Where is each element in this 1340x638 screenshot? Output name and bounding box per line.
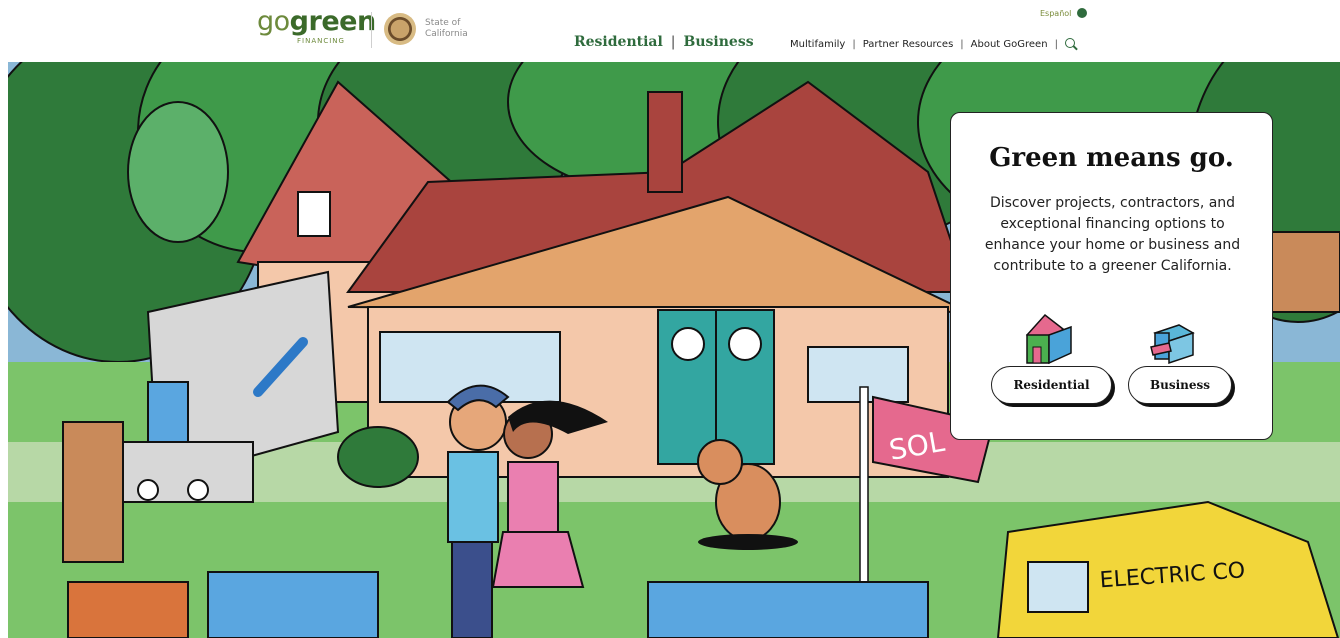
logo-subtitle: FINANCING xyxy=(297,37,345,45)
state-seal-icon xyxy=(384,13,416,45)
nav-partner-resources[interactable]: Partner Resources xyxy=(863,39,954,50)
residential-button[interactable]: Residential xyxy=(991,366,1112,404)
header-divider xyxy=(371,12,372,48)
nav-about-gogreen[interactable]: About GoGreen xyxy=(971,39,1048,50)
nav-business[interactable]: Business xyxy=(684,34,754,50)
storefront-icon xyxy=(1150,324,1195,365)
globe-icon[interactable] xyxy=(1077,8,1087,18)
nav-residential[interactable]: Residential xyxy=(574,34,663,50)
house-icon xyxy=(1025,313,1072,365)
state-of-california-label: State of California xyxy=(425,18,468,39)
search-icon[interactable] xyxy=(1064,38,1075,48)
hero-description: Discover projects, contractors, and exce… xyxy=(984,195,1241,274)
hero-title: Green means go. xyxy=(989,143,1234,173)
site-header: gogreen FINANCING State of California Es… xyxy=(0,0,1340,62)
nav-multifamily[interactable]: Multifamily xyxy=(790,39,845,50)
utility-nav: Multifamily | Partner Resources | About GoGr… xyxy=(790,37,1075,50)
business-button[interactable]: Business xyxy=(1128,366,1232,404)
language-link[interactable]: Español xyxy=(1040,9,1071,18)
hero-card: Green means go. Discover projects, contr… xyxy=(950,112,1273,440)
gogreen-logo[interactable]: gogreen FINANCING xyxy=(257,8,376,48)
main-nav: Residential | Business xyxy=(574,34,754,50)
